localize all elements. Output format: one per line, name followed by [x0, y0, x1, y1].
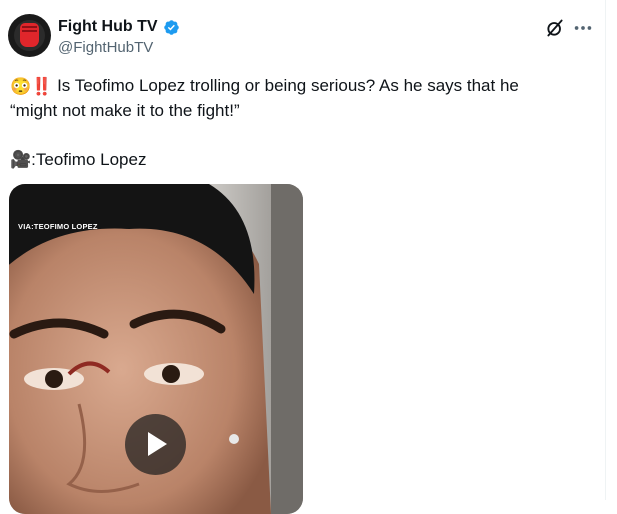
video-credit: 🎥 :Teofimo Lopez: [10, 148, 146, 172]
flushed-exclamation-emoji: 😳‼️: [10, 76, 53, 96]
movie-camera-emoji: 🎥: [10, 150, 32, 169]
tweet-text: 😳‼️ Is Teofimo Lopez trolling or being s…: [10, 74, 570, 123]
play-icon: [148, 432, 167, 456]
fight-hub-logo-icon: [20, 23, 39, 47]
grok-icon[interactable]: [545, 18, 565, 38]
play-button[interactable]: [125, 414, 186, 475]
credit-text: :Teofimo Lopez: [31, 150, 147, 169]
author-name[interactable]: Fight Hub TV: [58, 18, 158, 36]
author-row: Fight Hub TV: [58, 17, 180, 37]
tweet-body: Is Teofimo Lopez trolling or being serio…: [10, 76, 519, 120]
verified-badge-icon: [163, 19, 179, 35]
video-player[interactable]: VIA:TEOFIMO LOPEZ: [9, 184, 303, 514]
video-watermark: VIA:TEOFIMO LOPEZ: [18, 222, 98, 231]
author-handle[interactable]: @FightHubTV: [58, 39, 153, 56]
avatar[interactable]: [8, 14, 51, 57]
more-icon[interactable]: [572, 17, 594, 39]
timeline-divider: [605, 0, 606, 500]
